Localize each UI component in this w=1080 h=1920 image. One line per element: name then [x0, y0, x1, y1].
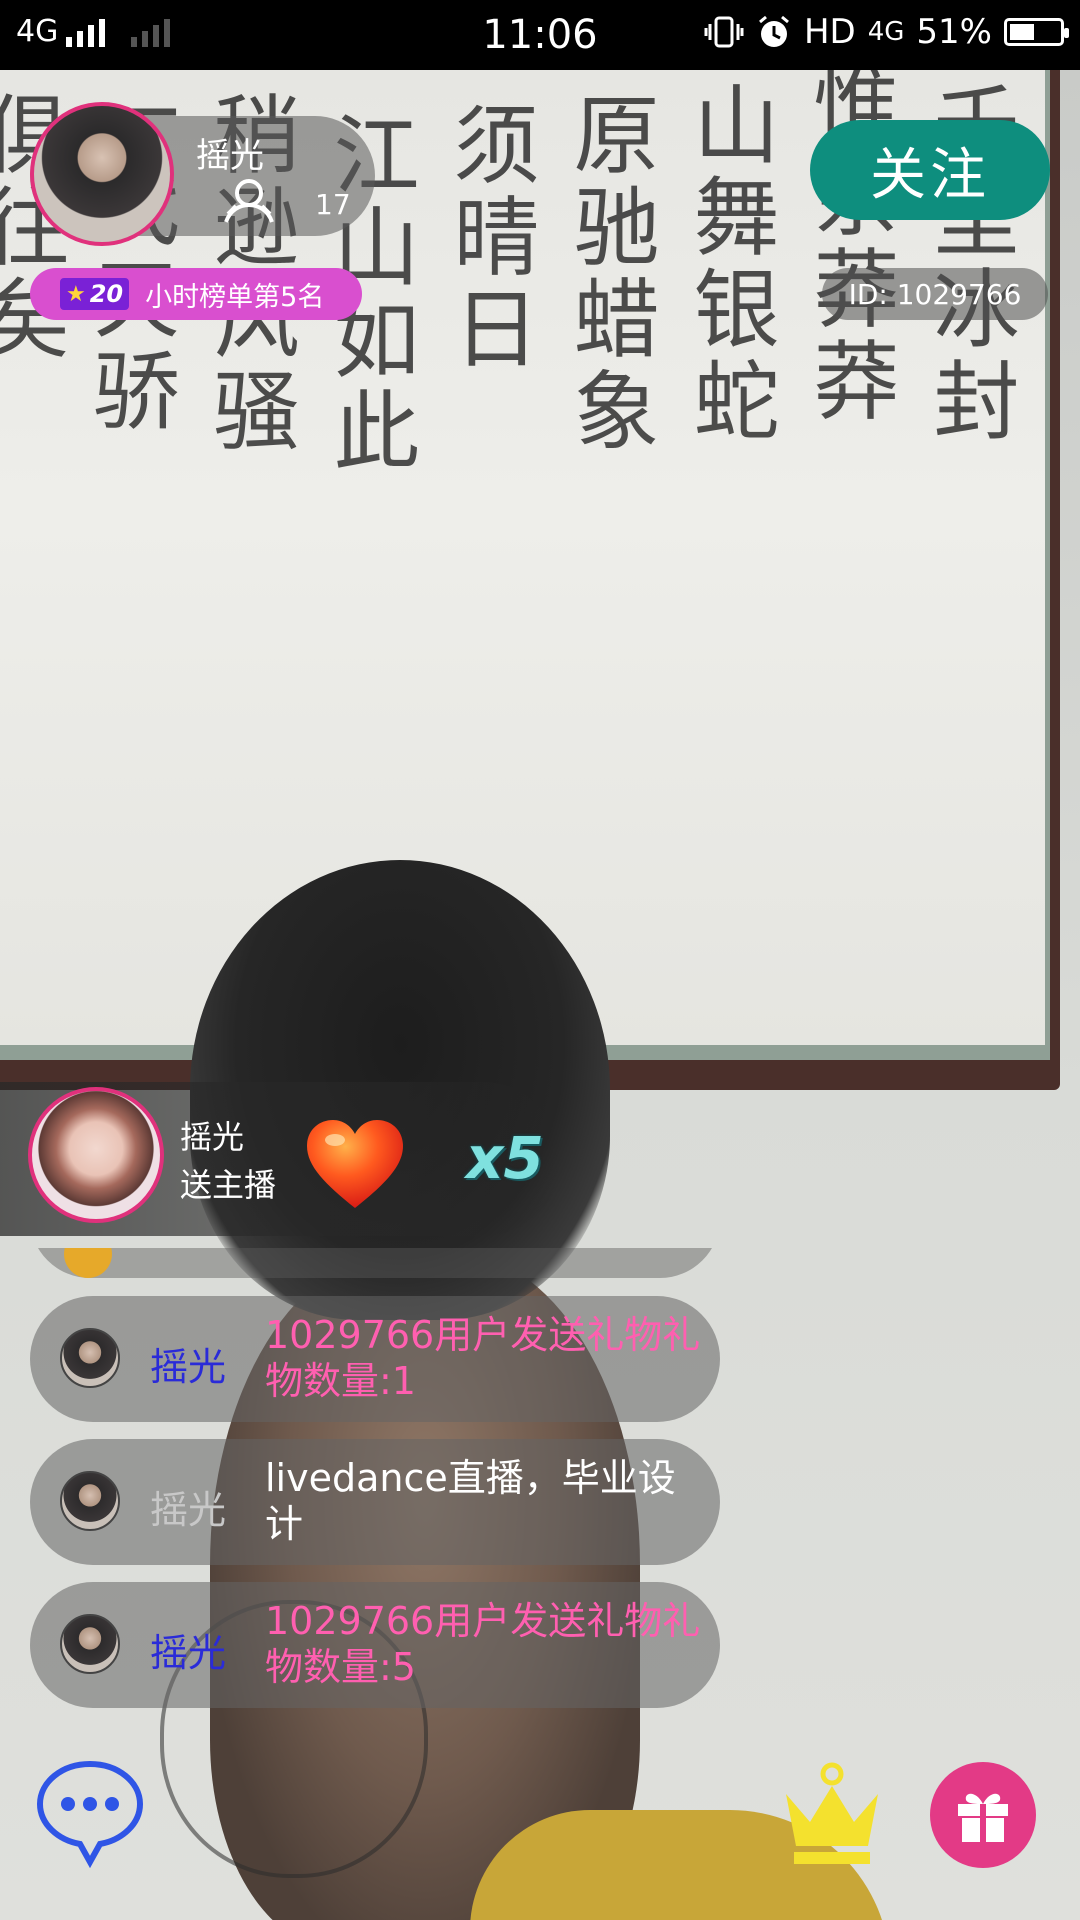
fans-icon	[224, 179, 274, 223]
level-number: 20	[89, 280, 124, 308]
rank-text: 小时榜单第5名	[145, 281, 325, 313]
gift-sender-avatar[interactable]	[28, 1087, 164, 1223]
follow-button[interactable]: 关注	[810, 120, 1050, 220]
chat-text: 1029766用户发送礼物礼物数量:5	[265, 1599, 701, 1689]
gift-button[interactable]	[930, 1762, 1036, 1868]
chat-text: 1029766用户发送礼物礼物数量:1	[265, 1313, 701, 1403]
hd-label: HD	[803, 12, 856, 52]
chat-user-name[interactable]: 摇光	[150, 1336, 226, 1391]
room-id: ID: 1029766	[822, 268, 1048, 320]
status-icons: HD 4G 51%	[704, 12, 1069, 52]
vibrate-icon	[704, 16, 744, 48]
host-avatar[interactable]	[30, 102, 174, 246]
avatar[interactable]	[60, 1471, 120, 1531]
alarm-icon	[759, 15, 789, 47]
chat-message-partial	[30, 1248, 720, 1278]
status-bar: 4G 11:06 HD 4G 51%	[0, 0, 1080, 70]
level-badge: ★ 20	[60, 278, 130, 310]
gift-sender-name: 摇光	[180, 1118, 245, 1156]
heart-icon	[307, 1120, 403, 1208]
chat-message[interactable]: 摇光 livedance直播，毕业设计	[30, 1439, 720, 1565]
crown-icon[interactable]	[782, 1762, 882, 1866]
chat-text: livedance直播，毕业设计	[265, 1456, 676, 1546]
chat-bubble-icon[interactable]	[34, 1756, 146, 1868]
hourly-rank-badge[interactable]: ★ 20 小时榜单第5名	[30, 268, 362, 320]
chat-message[interactable]: 摇光 1029766用户发送礼物礼物数量:1	[30, 1296, 720, 1422]
avatar[interactable]	[60, 1614, 120, 1674]
battery-icon	[1004, 18, 1069, 46]
network-type-2: 4G	[867, 17, 905, 47]
gift-action-text: 送主播	[180, 1166, 277, 1204]
host-name: 摇光	[196, 136, 264, 176]
chat-user-name[interactable]: 摇光	[150, 1479, 226, 1534]
avatar[interactable]	[60, 1328, 120, 1388]
chat-message[interactable]: 摇光 1029766用户发送礼物礼物数量:5	[30, 1582, 720, 1708]
star-icon: ★	[66, 281, 86, 307]
fans-count: 17	[315, 188, 351, 221]
chat-user-name[interactable]: 摇光	[150, 1622, 226, 1677]
gift-icon	[958, 1793, 1008, 1842]
gift-count: x5	[466, 1124, 544, 1192]
battery-percent: 51%	[916, 12, 992, 52]
